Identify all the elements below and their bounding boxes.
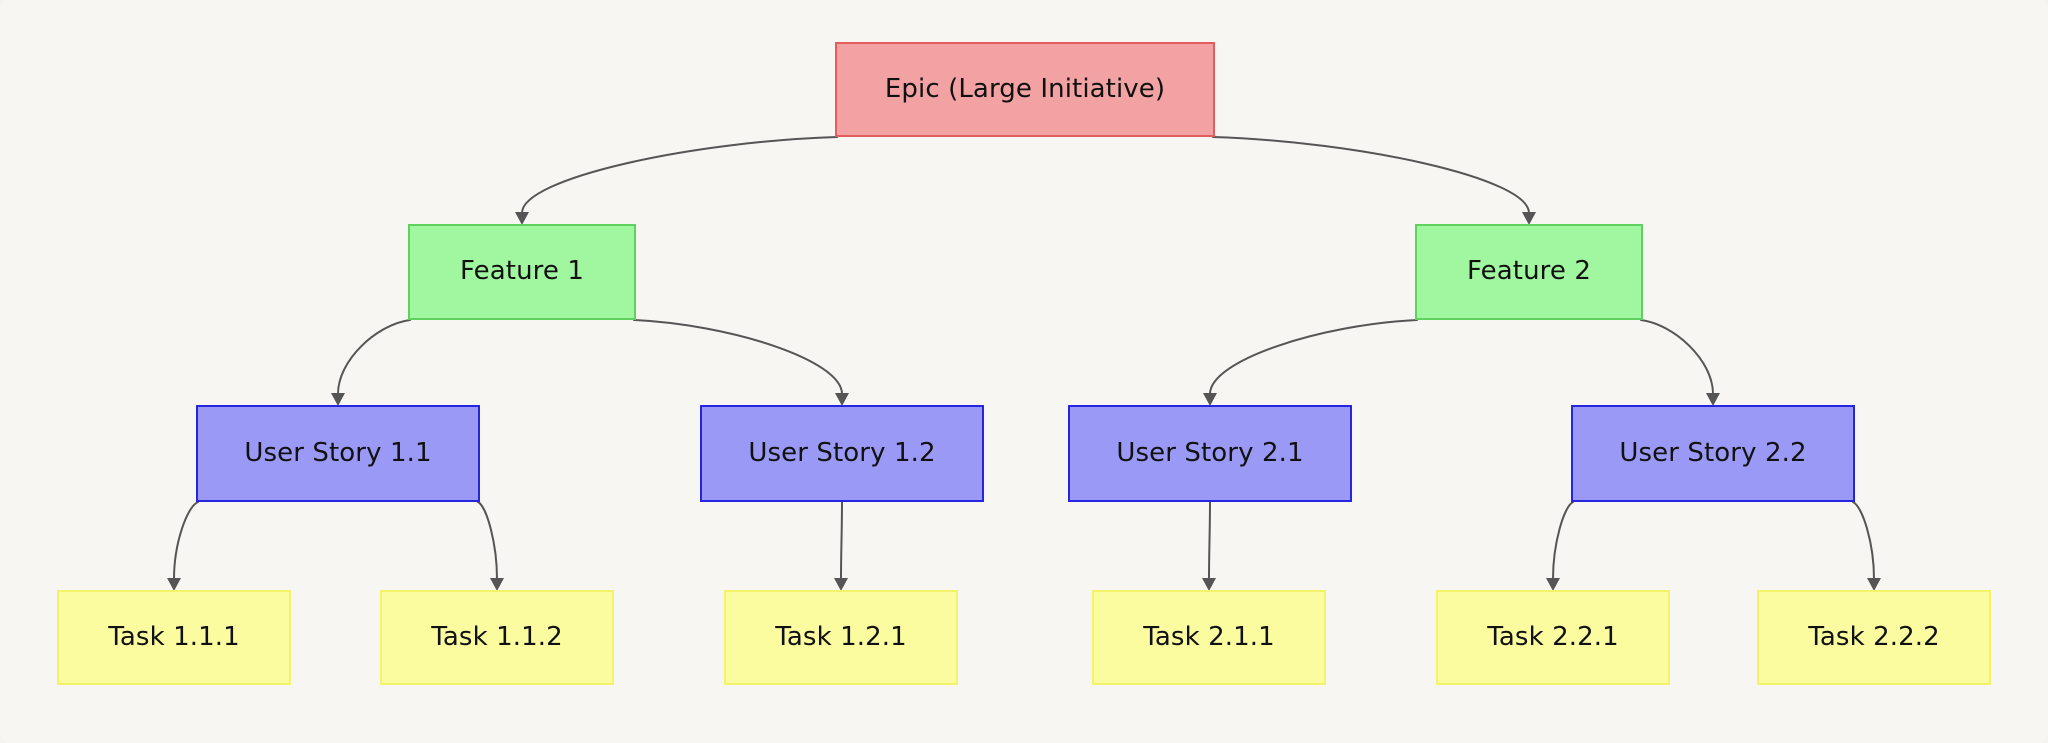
edge-story22-to-task221: [1552, 501, 1574, 580]
node-story12[interactable]: User Story 1.2: [700, 405, 984, 502]
node-label-feature2: Feature 2: [1467, 256, 1591, 287]
node-label-task211: Task 2.1.1: [1143, 621, 1275, 652]
edge-story11-to-task112: [477, 501, 498, 580]
node-label-story22: User Story 2.2: [1619, 437, 1807, 468]
node-label-task111: Task 1.1.1: [108, 621, 240, 652]
node-epic[interactable]: Epic (Large Initiative): [835, 42, 1215, 137]
edge-feature1-to-story12: [633, 319, 843, 395]
node-task112[interactable]: Task 1.1.2: [380, 590, 614, 685]
node-feature1[interactable]: Feature 1: [408, 224, 636, 320]
edge-story21-to-task211: [1208, 501, 1211, 580]
node-feature2[interactable]: Feature 2: [1415, 224, 1643, 320]
edge-feature1-to-story11: [337, 319, 411, 395]
node-task221[interactable]: Task 2.2.1: [1436, 590, 1670, 685]
node-label-story11: User Story 1.1: [244, 437, 432, 468]
node-story21[interactable]: User Story 2.1: [1068, 405, 1352, 502]
node-story11[interactable]: User Story 1.1: [196, 405, 480, 502]
node-label-story21: User Story 2.1: [1116, 437, 1304, 468]
diagram-canvas: Epic (Large Initiative) Feature 1 Feature …: [0, 0, 2048, 743]
node-label-task121: Task 1.2.1: [775, 621, 907, 652]
node-label-task221: Task 2.2.1: [1487, 621, 1619, 652]
node-task222[interactable]: Task 2.2.2: [1757, 590, 1991, 685]
node-task121[interactable]: Task 1.2.1: [724, 590, 958, 685]
node-label-task112: Task 1.1.2: [431, 621, 563, 652]
node-label-task222: Task 2.2.2: [1808, 621, 1940, 652]
node-label-story12: User Story 1.2: [748, 437, 936, 468]
edge-feature2-to-story22: [1640, 319, 1714, 395]
edge-story22-to-task222: [1852, 501, 1875, 580]
node-label-feature1: Feature 1: [460, 256, 584, 287]
edge-epic-to-feature1: [521, 136, 838, 214]
node-label-epic: Epic (Large Initiative): [884, 73, 1166, 104]
node-task111[interactable]: Task 1.1.1: [57, 590, 291, 685]
edge-story11-to-task111: [173, 501, 199, 580]
edge-feature2-to-story21: [1209, 319, 1418, 395]
edge-epic-to-feature2: [1212, 136, 1530, 214]
edge-story12-to-task121: [840, 501, 843, 580]
node-task211[interactable]: Task 2.1.1: [1092, 590, 1326, 685]
node-story22[interactable]: User Story 2.2: [1571, 405, 1855, 502]
